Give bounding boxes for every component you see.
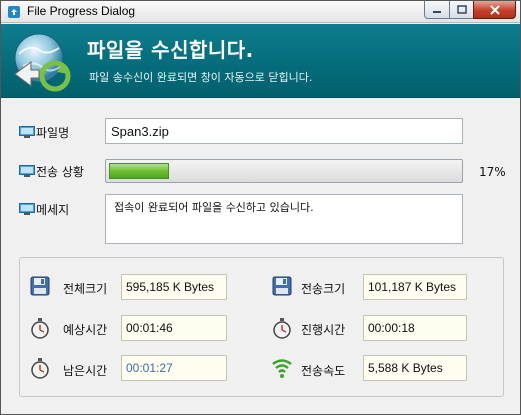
message-label: 메세지 [36, 203, 70, 217]
maximize-icon [456, 5, 467, 14]
monitor-icon [19, 126, 35, 138]
stopwatch-icon [31, 358, 49, 379]
status-label: 전송 상황 [36, 165, 84, 179]
signal-icon [272, 359, 292, 378]
remaining-time-value: 00:01:27 [121, 355, 227, 381]
total-size-value: 595,185 K Bytes [121, 274, 227, 300]
stopwatch-icon [31, 318, 49, 339]
minimize-button[interactable] [424, 1, 450, 19]
filename-field[interactable]: Span3.zip [105, 118, 463, 144]
header-title: 파일을 수신합니다. [87, 38, 254, 62]
sent-size-value: 101,187 K Bytes [363, 274, 467, 300]
elapsed-time-value: 00:00:18 [363, 315, 467, 341]
total-size-label: 전체크기 [63, 282, 108, 296]
speed-value: 5,588 K Bytes [363, 355, 467, 381]
stopwatch-icon [273, 318, 291, 339]
file-progress-dialog: File Progress Dialog 파일을 수신합니다. 파일 송수신이 … [0, 0, 521, 415]
globe-transfer-icon [14, 33, 71, 92]
disk-icon [30, 276, 50, 296]
estimated-time-value: 00:01:46 [121, 315, 227, 341]
progress-fill [109, 163, 169, 179]
elapsed-time-label: 진행시간 [301, 323, 346, 337]
title-bar[interactable]: File Progress Dialog [1, 1, 520, 23]
header-subtitle: 파일 송수신이 완료되면 창이 자동으로 닫힙니다. [89, 71, 313, 84]
close-button[interactable] [473, 1, 516, 19]
maximize-button[interactable] [449, 1, 474, 19]
monitor-icon [19, 203, 35, 215]
progress-percent: 17% [479, 165, 506, 179]
dialog-header: 파일을 수신합니다. 파일 송수신이 완료되면 창이 자동으로 닫힙니다. [1, 24, 520, 98]
close-icon [489, 4, 500, 15]
sent-size-label: 전송크기 [301, 282, 346, 296]
speed-label: 전송속도 [301, 364, 346, 378]
monitor-icon [19, 165, 35, 177]
disk-icon [272, 276, 292, 296]
message-box[interactable]: 접속이 완료되어 파일을 수신하고 있습니다. [105, 194, 463, 244]
remaining-time-label: 남은시간 [63, 364, 108, 378]
filename-label: 파일명 [36, 126, 70, 140]
minimize-icon [433, 10, 441, 13]
progress-bar [105, 159, 463, 183]
window-title: File Progress Dialog [27, 4, 136, 18]
estimated-time-label: 예상시간 [63, 323, 108, 337]
app-icon [8, 6, 20, 18]
